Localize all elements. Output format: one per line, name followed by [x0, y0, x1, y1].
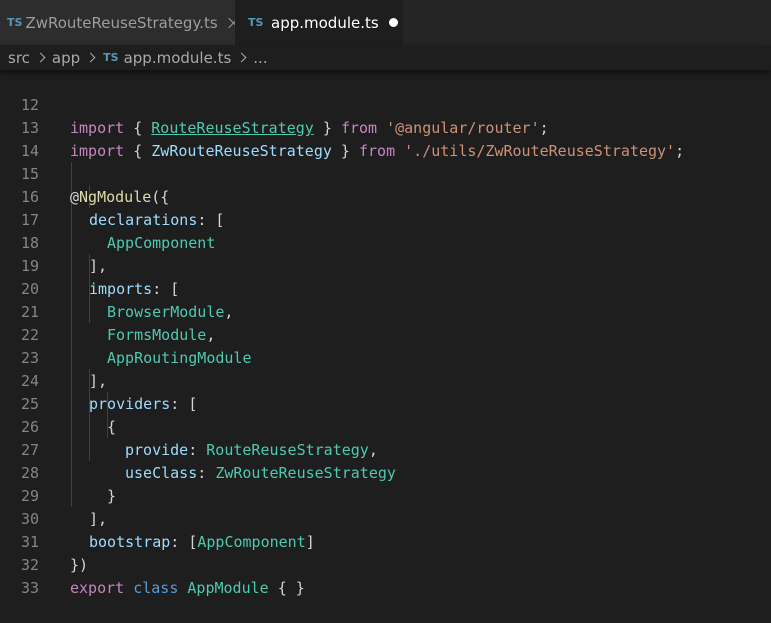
- code-line: 17 AppComponent: [0, 186, 771, 252]
- code-line: 14: [0, 117, 771, 160]
- chevron-right-icon: [35, 52, 46, 63]
- code-line: 12 import { RouteReuseStrategy } from '@…: [0, 71, 771, 137]
- code-line: 33: [0, 554, 771, 597]
- breadcrumb-item-file[interactable]: app.module.ts: [124, 49, 232, 67]
- code-token: export: [70, 579, 125, 597]
- code-token: class: [133, 579, 179, 597]
- breadcrumb-item-more[interactable]: ...: [253, 49, 267, 67]
- breadcrumb-item-src[interactable]: src: [8, 49, 30, 67]
- code-line: 29 ],: [0, 462, 771, 528]
- breadcrumb-item-app[interactable]: app: [52, 49, 80, 67]
- code-line: 24 providers: [: [0, 347, 771, 413]
- code-line: 19 imports: [: [0, 232, 771, 298]
- code-line: 30 bootstrap: [AppComponent]: [0, 485, 771, 551]
- tab-label: app.module.ts: [271, 13, 379, 32]
- tab-app-module[interactable]: TS app.module.ts: [235, 0, 403, 45]
- line-number: 33: [20, 579, 39, 597]
- chevron-right-icon: [236, 52, 247, 63]
- code-editor[interactable]: 12 import { RouteReuseStrategy } from '@…: [0, 70, 771, 600]
- typescript-file-icon: TS: [248, 16, 264, 29]
- tab-label: ZwRouteReuseStrategy.ts: [25, 13, 218, 32]
- code-token: AppModule: [187, 579, 269, 597]
- code-line: 31 }): [0, 508, 771, 574]
- breadcrumb: src app TS app.module.ts ...: [0, 45, 771, 70]
- chevron-right-icon: [85, 52, 96, 63]
- code-line: 23 ],: [0, 324, 771, 390]
- code-line: 27 useClass: ZwRouteReuseStrategy: [0, 416, 771, 482]
- code-line: 18 ],: [0, 209, 771, 275]
- code-line: 21 FormsModule,: [0, 278, 771, 344]
- tab-zwroutereusestrategy[interactable]: TS ZwRouteReuseStrategy.ts: [0, 0, 235, 45]
- code-line: 28 }: [0, 439, 771, 505]
- code-line: 26 provide: RouteReuseStrategy,: [0, 393, 771, 459]
- typescript-file-icon: TS: [103, 51, 119, 64]
- typescript-file-icon: TS: [7, 16, 23, 29]
- editor-tab-bar: TS ZwRouteReuseStrategy.ts TS app.module…: [0, 0, 771, 45]
- code-line: 32 export class AppModule { }: [0, 531, 771, 597]
- close-icon[interactable]: [227, 16, 235, 30]
- code-line: 25 {: [0, 370, 771, 436]
- code-line: 15 @NgModule({: [0, 140, 771, 206]
- code-line: 13 import { ZwRouteReuseStrategy } from …: [0, 94, 771, 160]
- unsaved-dot-icon[interactable]: [388, 18, 398, 27]
- code-line: 20 BrowserModule,: [0, 255, 771, 321]
- code-token: { }: [268, 579, 305, 597]
- code-line: 16 declarations: [: [0, 163, 771, 229]
- code-line: 22 AppRoutingModule: [0, 301, 771, 367]
